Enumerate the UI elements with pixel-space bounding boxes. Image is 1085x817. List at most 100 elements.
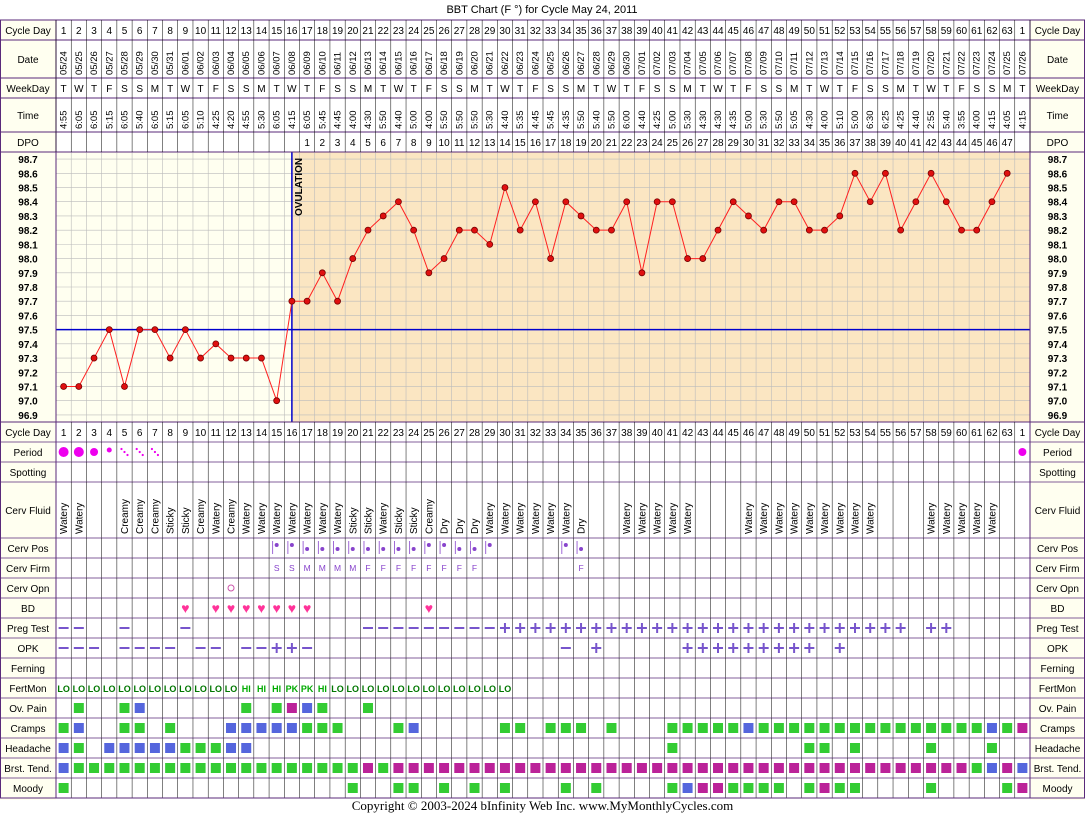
fertmon-cell: LO [88,684,101,694]
header-cell-cycle_day: 37 [606,26,618,37]
y-tick-label-right: 97.1 [1048,382,1068,393]
header-cell-dpo: 17 [545,138,557,149]
header-cell-time: 6:30 [865,111,876,130]
header-cell-time: 4:30 [363,111,374,130]
temperature-point [1003,169,1011,177]
y-tick-label-right: 97.7 [1048,297,1068,308]
temperature-point [653,198,661,206]
cycle-day-cell: 50 [804,428,816,439]
fertmon-cell: LO [73,684,86,694]
row-label-left: Moody [13,784,43,795]
header-cell-weekday: W [713,84,723,95]
cycle-day-cell: 58 [926,428,938,439]
temperature-point [197,354,204,362]
cerv-pos-dot [442,543,447,547]
temperature-point [181,326,189,334]
header-cell-weekday: M [790,84,798,95]
symptom-square [956,763,967,773]
bd-heart-icon: ♥ [257,600,265,616]
symptom-square [393,723,404,733]
header-cell-cycle_day: 30 [499,26,511,37]
header-cell-dpo: 32 [773,138,785,149]
cycle-day-cell: 10 [195,428,207,439]
cerv-fluid-cell: Watery [683,503,694,534]
header-cell-date: 06/03 [211,51,222,75]
y-tick-label-left: 96.9 [18,411,38,422]
symptom-square [119,723,130,733]
header-cell-time: 5:30 [759,111,770,130]
symptom-square [119,703,130,713]
header-cell-weekday: T [593,84,599,95]
header-cell-cycle_day: 46 [743,26,755,37]
cycle-day-cell: 4 [106,428,112,439]
header-cell-time: 6:05 [74,111,85,130]
cycle-day-cell: 24 [408,428,420,439]
temperature-point [90,354,98,362]
temperature-point [699,255,707,262]
cycle-day-cell: 1 [1020,428,1026,439]
header-cell-weekday: S [547,84,554,95]
symptom-square [1017,763,1028,773]
bbt-chart-page: BBT Chart (F °) for Cycle May 24, 2011 Cy… [0,0,1085,817]
temperature-point [471,226,478,234]
header-cell-dpo: 37 [849,138,861,149]
temperature-point [455,226,463,234]
cerv-fluid-cell: Dry [455,518,466,534]
header-cell-cycle_day: 57 [910,26,922,37]
header-cell-date: 07/18 [896,51,907,75]
header-cell-weekday: M [896,84,904,95]
row-cycle-day-bottom: Cycle Day Cycle Day1 2 3 4 5 6 7 8 9 10 11 12 13 14 15 1… [0,421,1085,442]
symptom-square [1002,723,1013,733]
row-fertmon: FertMon FertMonLO LO LO LO LO LO LO LO LO LO LO LO HI… [0,677,1085,698]
symptom-square [195,763,206,773]
symptom-square [789,723,800,733]
cycle-day-cell: 6 [137,428,143,439]
symptom-square [378,763,389,773]
symptom-square [119,743,130,753]
cycle-day-cell: 44 [712,428,724,439]
fertmon-cell: LO [499,684,512,694]
header-cell-weekday: T [91,84,97,95]
cerv-fluid-cell: Watery [74,503,85,534]
row-opk: OPK OPK [0,637,1085,658]
header-cell-time: 4:40 [911,111,922,130]
cycle-day-cell: 20 [347,428,359,439]
symptom-square [773,783,784,793]
y-tick-label-left: 97.5 [18,326,38,337]
header-cell-weekday: W [820,84,830,95]
cerv-fluid-cell: Creamy [150,499,161,534]
row-label-left: Cerv Opn [7,584,50,595]
header-cell-cycle_day: 56 [895,26,907,37]
row-cerv-firm: Cerv Firm Cerv FirmS S M M M M F F F F F F F F F [0,557,1085,578]
symptom-square [713,783,724,793]
header-cell-dpo: 18 [560,138,572,149]
cerv-fluid-cell: Creamy [424,499,435,534]
symptom-square [880,763,891,773]
header-cell-time: 4:15 [1017,111,1028,130]
header-cell-time: 5:30 [485,111,496,130]
cycle-day-cell: 47 [758,428,770,439]
temperature-point [75,383,83,390]
cerv-fluid-cell: Watery [272,503,283,534]
cycle-day-cell: 54 [865,428,877,439]
header-cell-weekday: W [74,84,84,95]
header-cell-cycle_day: 58 [926,26,938,37]
temperature-point [212,340,220,348]
y-tick-label-left: 97.9 [18,269,38,280]
symptom-square [286,703,297,713]
symptom-square [926,743,937,753]
symptom-square [986,763,997,773]
symptom-square [302,723,313,733]
header-cell-time: 4:25 [211,111,222,130]
header-cell-date: 07/12 [804,51,815,75]
row-label-left: Spotting [10,468,47,479]
symptom-square [895,723,906,733]
header-label-left: WeekDay [6,84,49,95]
symptom-square [332,763,343,773]
row-spotting: Spotting Spotting [0,461,1085,482]
header-cell-time: 4:55 [59,111,70,130]
symptom-square [697,783,708,793]
header-cell-cycle_day: 39 [636,26,648,37]
temperature-point [303,297,311,305]
header-cell-weekday: S [121,84,128,95]
